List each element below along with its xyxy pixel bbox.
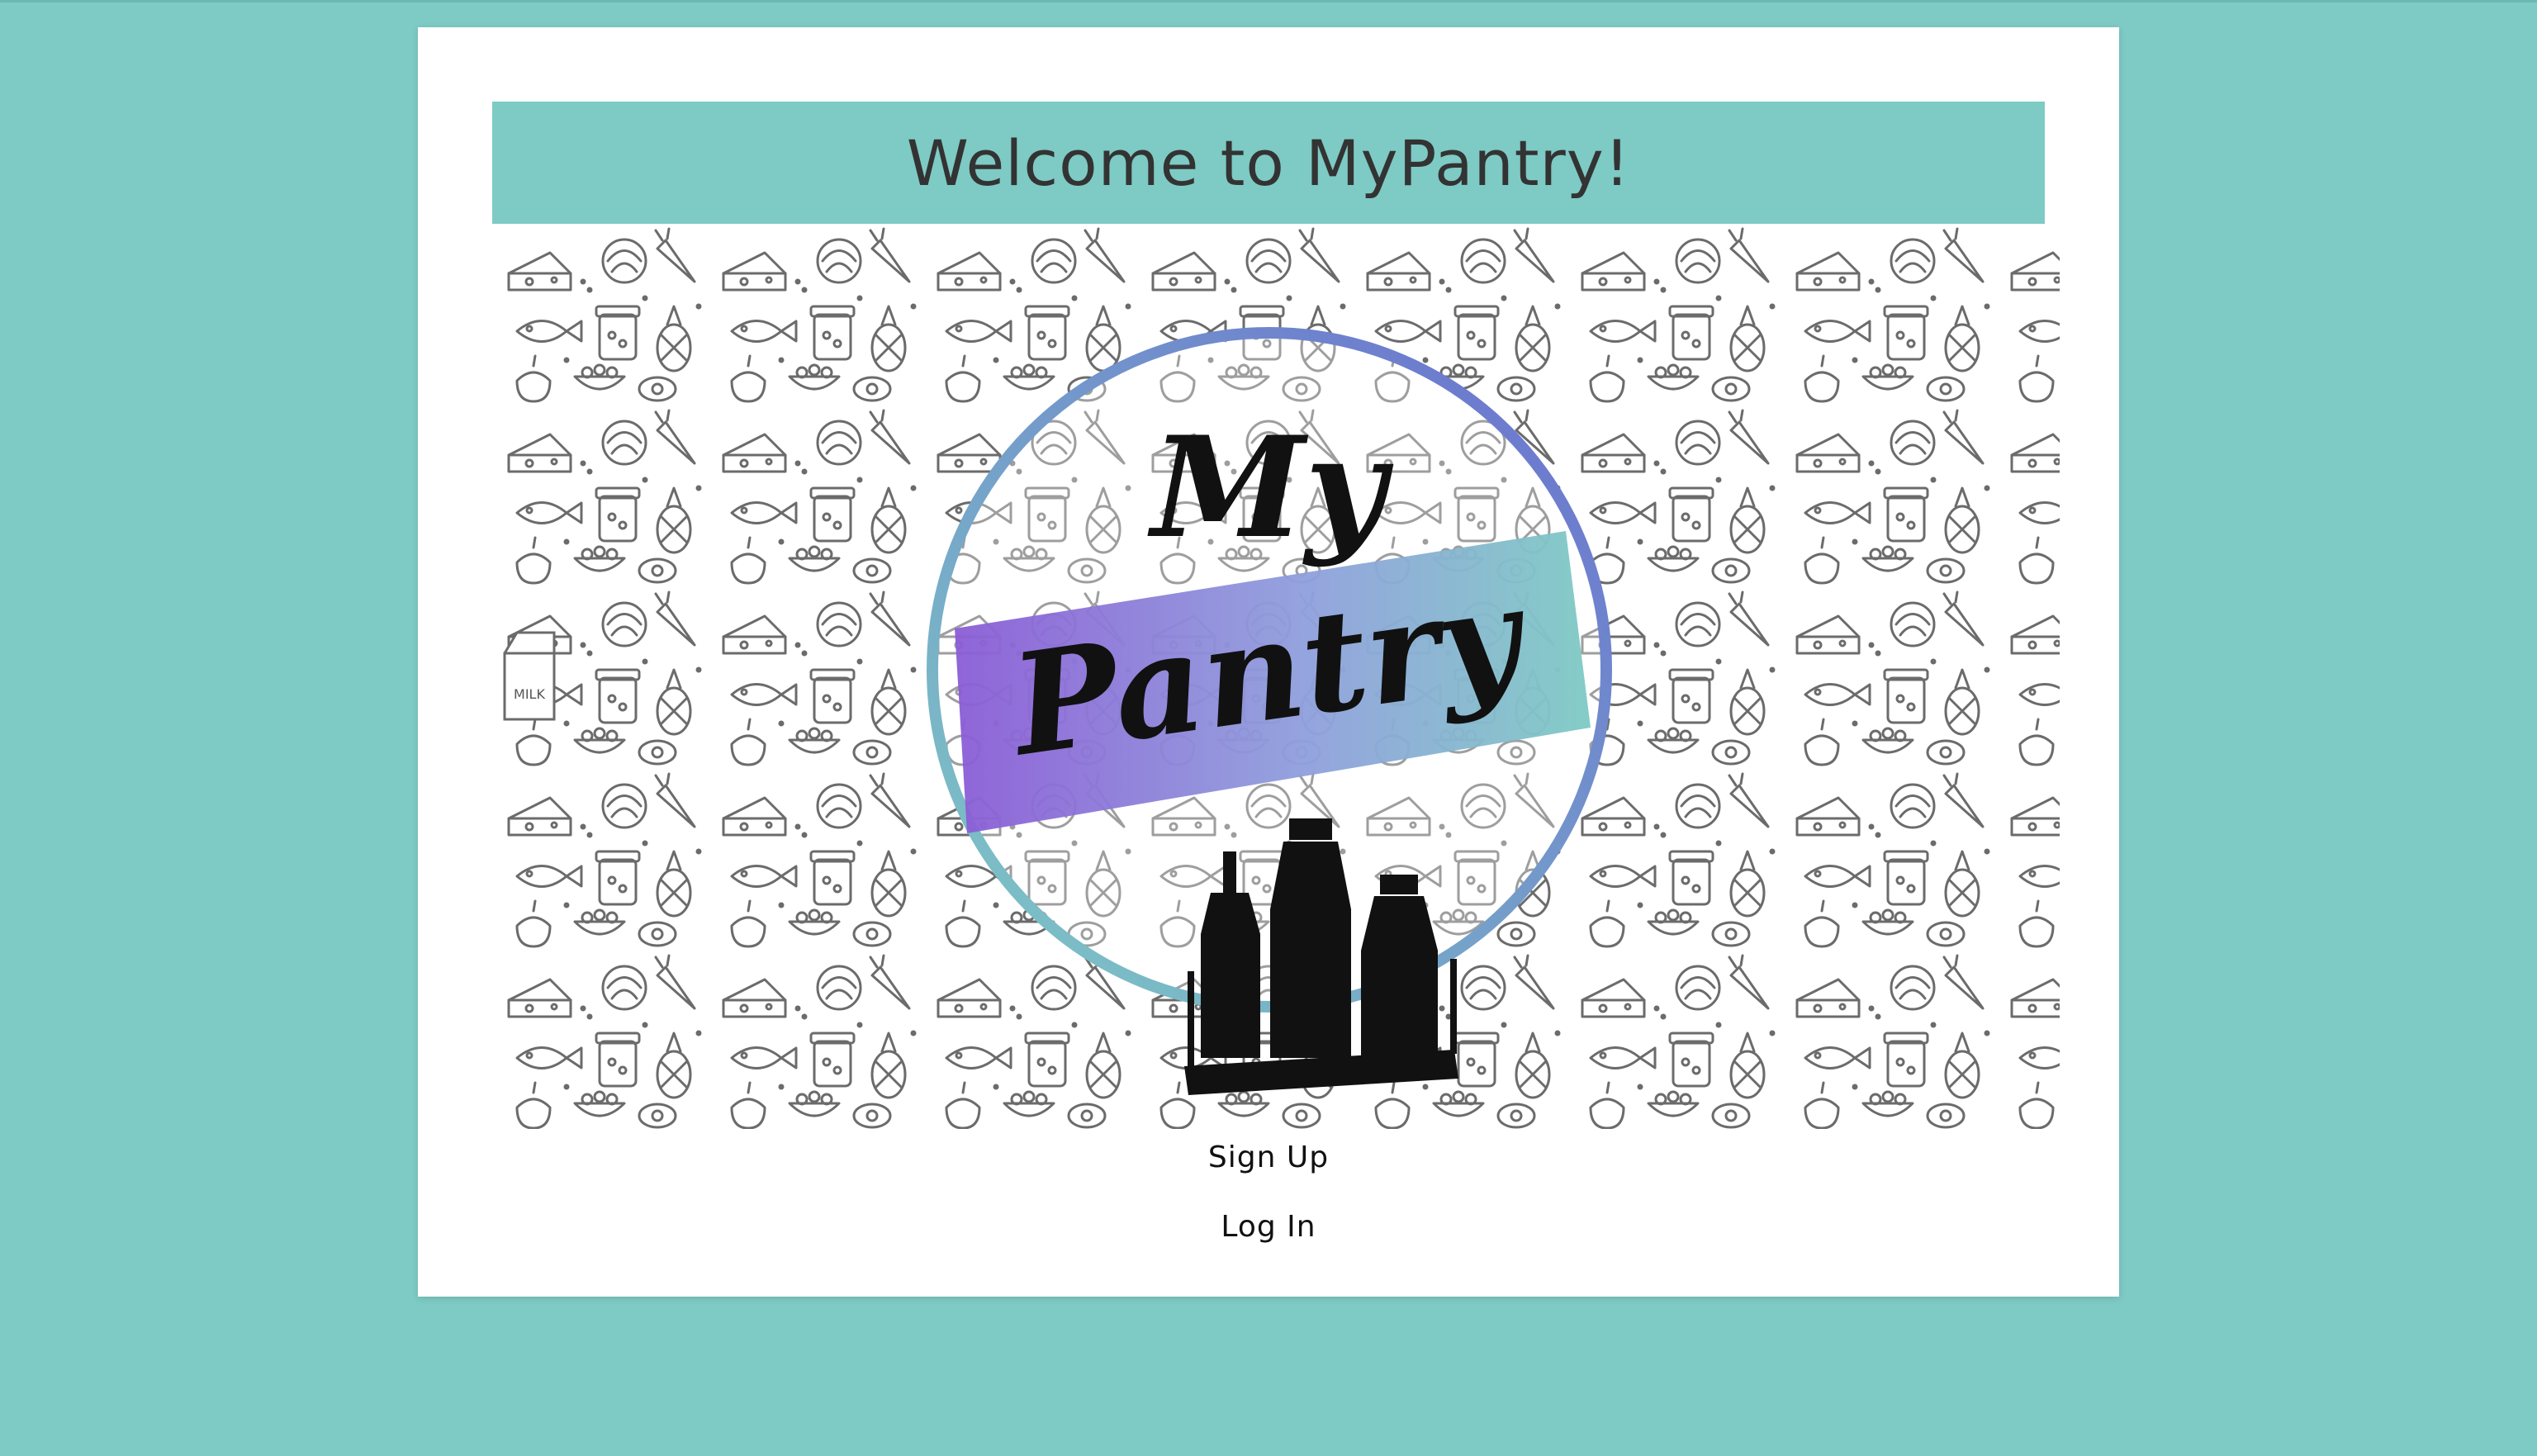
signup-link[interactable]: Sign Up — [418, 1141, 2119, 1174]
top-strip — [0, 0, 2537, 2]
header-banner: Welcome to MyPantry! — [492, 102, 2045, 224]
page-title: Welcome to MyPantry! — [906, 126, 1631, 200]
milk-carton: MILK — [503, 631, 556, 721]
login-link[interactable]: Log In — [418, 1210, 2119, 1244]
hero-illustration: My Pantry MILK — [492, 224, 2060, 1129]
logo-emblem: My Pantry — [927, 327, 1612, 1013]
svg-text:MILK: MILK — [514, 686, 545, 702]
hero-image: My Pantry MILK — [492, 224, 2060, 1129]
welcome-card: Welcome to MyPantry! My Pantry MILK Sign… — [418, 27, 2119, 1297]
logo-top-word: My — [1147, 405, 1394, 569]
